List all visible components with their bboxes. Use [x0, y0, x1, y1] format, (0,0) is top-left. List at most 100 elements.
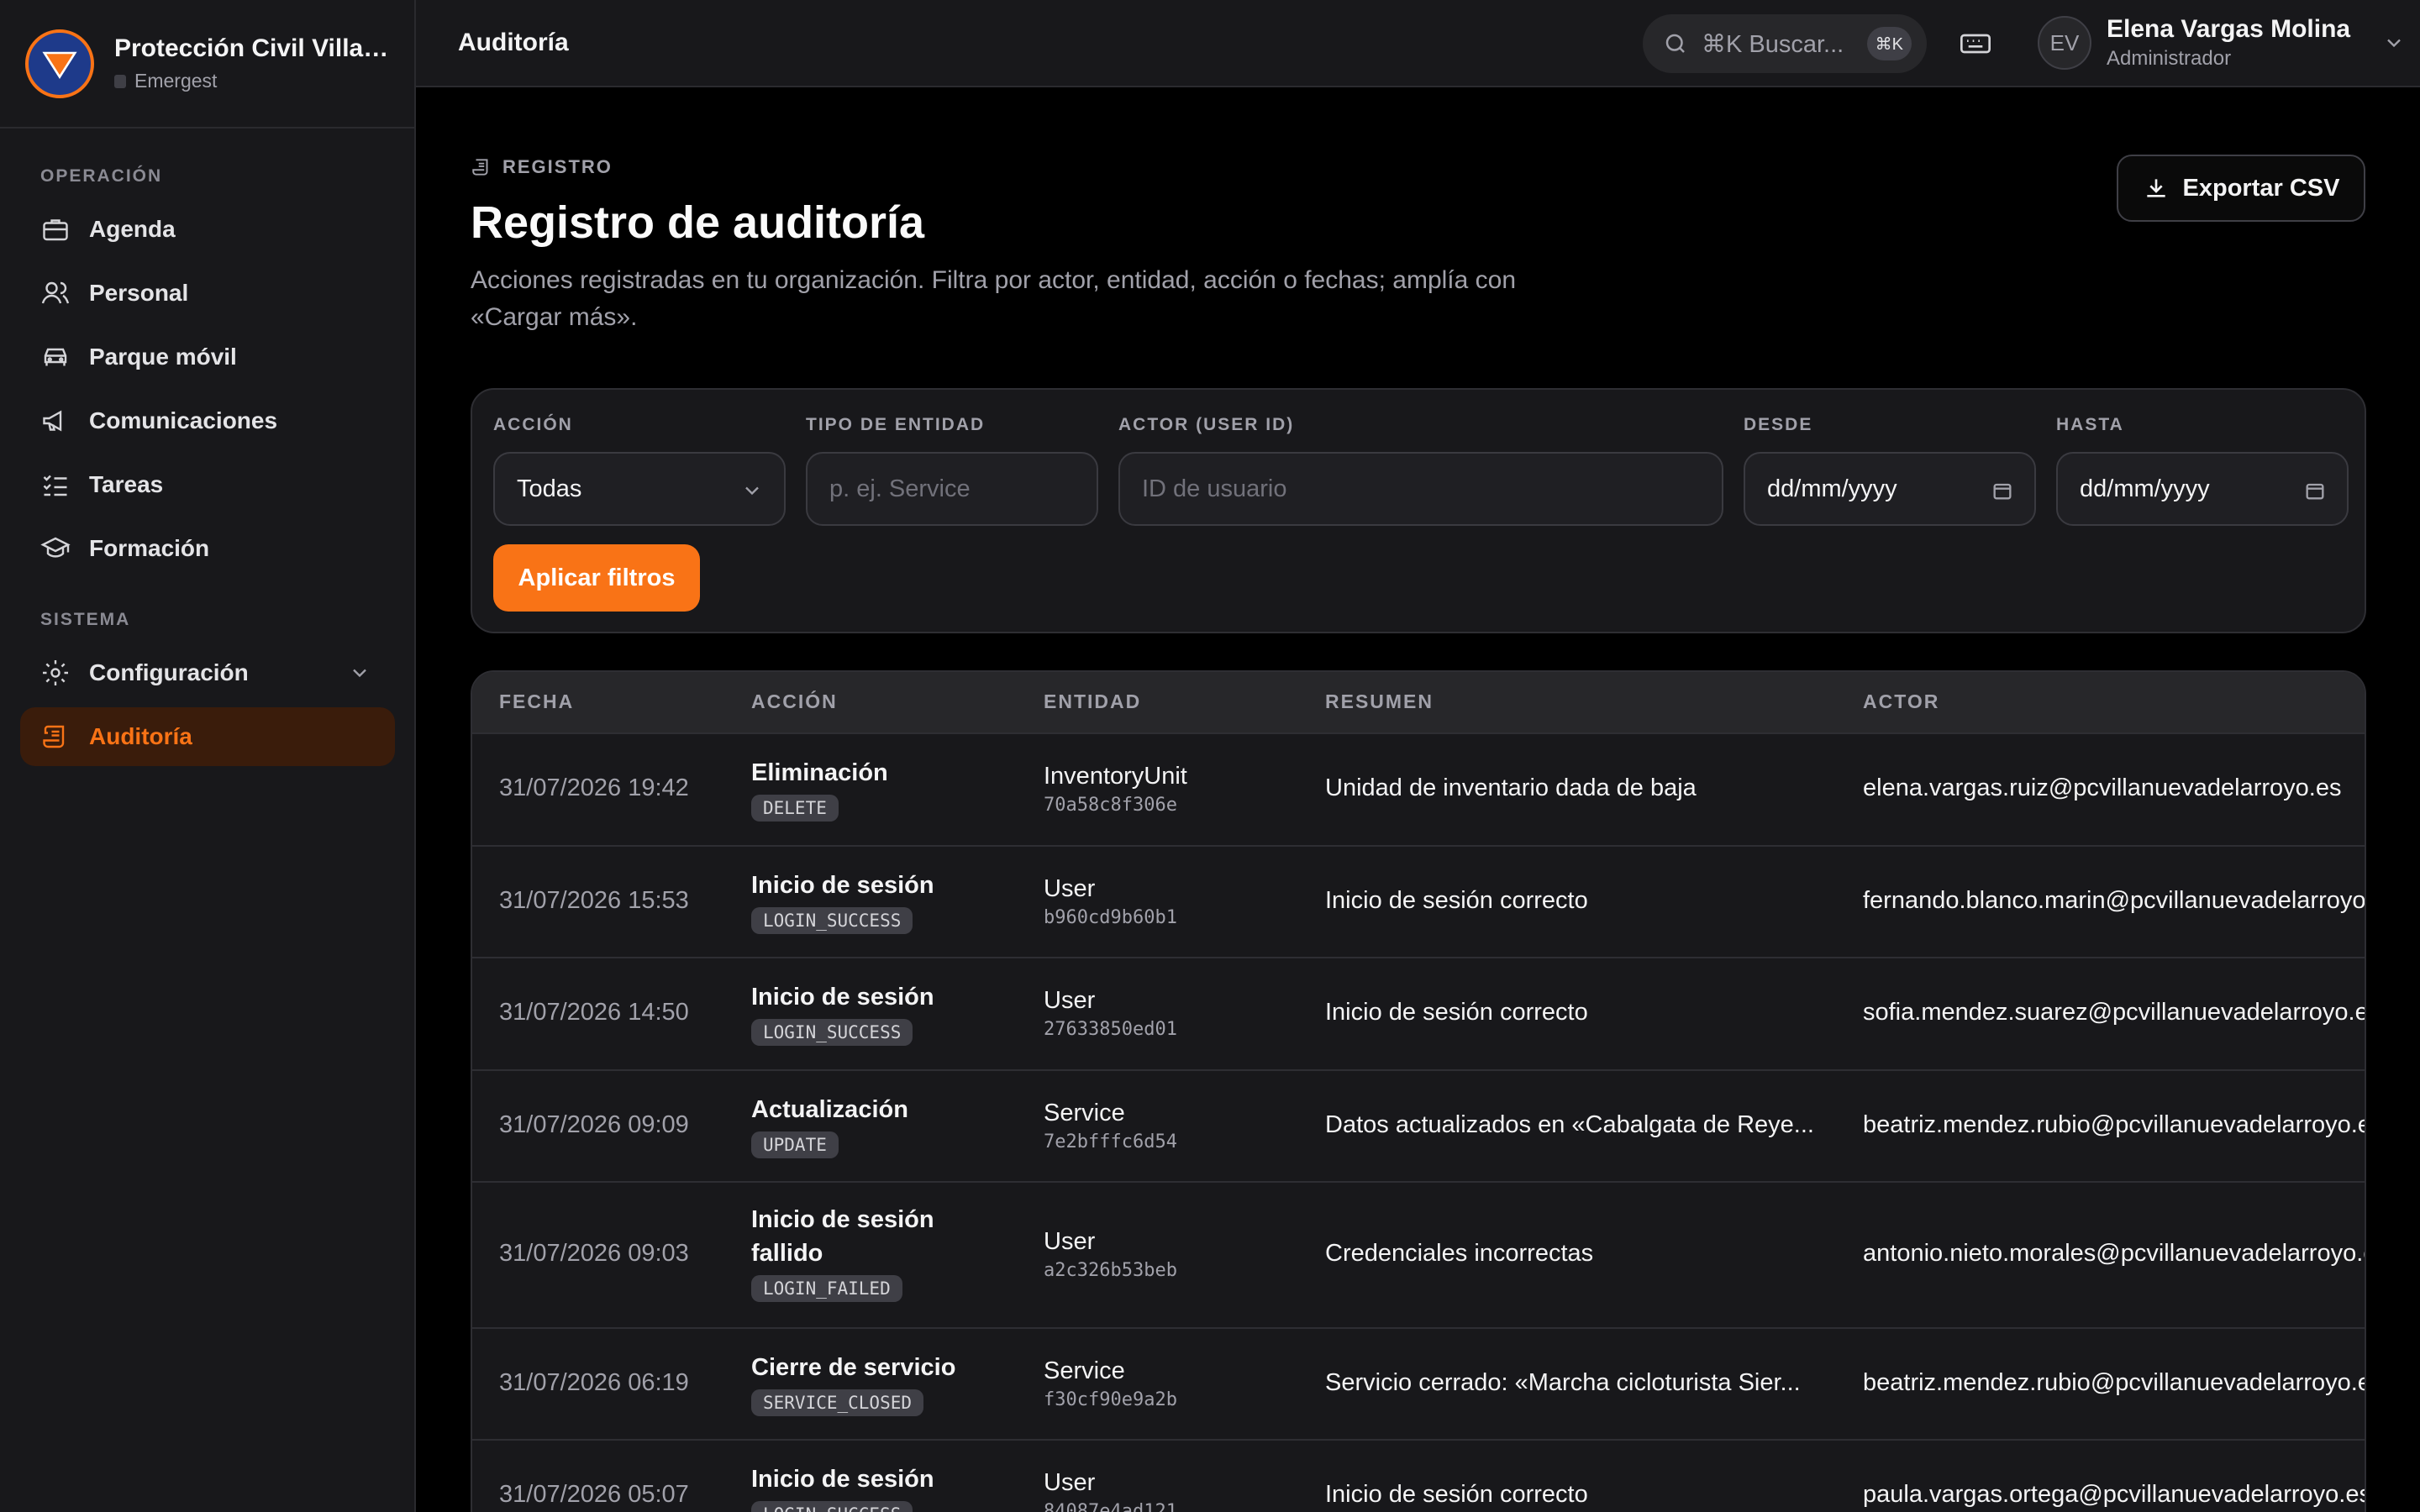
row-action: Eliminación DELETE [751, 756, 888, 822]
entity-type: User [1044, 987, 1096, 1014]
column-header-accion[interactable]: ACCIÓN [751, 690, 838, 713]
search-icon [1665, 34, 1685, 53]
table-row[interactable]: 31/07/2026 19:42 Eliminación DELETE Inve… [472, 732, 2365, 845]
row-entity: Service 7e2bfffc6d54 [1044, 1096, 1177, 1152]
row-actor: elena.vargas.ruiz@pcvillanuevadelarroyo.… [1863, 774, 2342, 801]
megaphone-icon [43, 410, 62, 432]
row-action: Cierre de servicio SERVICE_CLOSED [751, 1351, 955, 1416]
row-date: 31/07/2026 06:19 [499, 1369, 689, 1396]
table-row[interactable]: 31/07/2026 06:19 Cierre de servicio SERV… [472, 1327, 2366, 1439]
top-bar: Auditoría ⌘K Buscar... ⌘K EV Elena Varga… [416, 0, 2420, 87]
calendar-icon[interactable] [1991, 479, 2014, 502]
brand-header[interactable]: Protección Civil Villanu... Emergest [0, 0, 414, 129]
chevron-down-icon[interactable] [2382, 31, 2406, 55]
sidebar-item-personal[interactable]: Personal [20, 264, 395, 323]
tipo-entidad-input[interactable]: p. ej. Service [806, 452, 1098, 526]
tipo-entidad-placeholder: p. ej. Service [829, 475, 971, 502]
avatar: EV [2038, 16, 2091, 70]
page-description: Acciones registradas en tu organización.… [471, 266, 1517, 331]
row-actor: antonio.nieto.morales@pcvillanuevadelarr… [1863, 1240, 2366, 1267]
row-summary: Inicio de sesión correcto [1325, 999, 1588, 1026]
table-row[interactable]: 31/07/2026 15:53 Inicio de sesión LOGIN_… [472, 845, 2365, 957]
calendar-icon[interactable] [2303, 479, 2327, 502]
sidebar-item-label: Auditoría [89, 723, 192, 749]
user-name: Elena Vargas Molina [2107, 15, 2351, 43]
action-code-badge: LOGIN_SUCCESS [751, 1019, 913, 1046]
sidebar-item-configuracion[interactable]: Configuración [20, 643, 395, 702]
chevron-down-icon[interactable] [348, 661, 371, 685]
row-actor: beatriz.mendez.rubio@pcvillanuevadelarro… [1863, 1369, 2366, 1396]
column-header-entidad[interactable]: ENTIDAD [1044, 690, 1141, 713]
row-date: 31/07/2026 19:42 [499, 774, 689, 801]
row-actor: beatriz.mendez.rubio@pcvillanuevadelarro… [1863, 1111, 2366, 1138]
export-csv-button[interactable]: Exportar CSV [2117, 155, 2365, 222]
row-entity: User b960cd9b60b1 [1044, 872, 1177, 928]
row-action: Inicio de sesión LOGIN_SUCCESS [751, 1462, 934, 1512]
action-label: Inicio de sesión [751, 984, 934, 1011]
row-entity: User a2c326b53beb [1044, 1225, 1177, 1281]
desde-date-input[interactable]: dd/mm/yyyy [1744, 452, 2036, 526]
table-row[interactable]: 31/07/2026 09:03 Inicio de sesión fallid… [472, 1181, 2366, 1327]
actor-input[interactable]: ID de usuario [1118, 452, 1723, 526]
row-entity: InventoryUnit 70a58c8f306e [1044, 759, 1187, 816]
app-name-label: Emergest [134, 70, 218, 92]
sidebar-item-label: Configuración [89, 659, 249, 685]
column-header-fecha[interactable]: FECHA [499, 690, 574, 713]
row-summary: Credenciales incorrectas [1325, 1240, 1594, 1267]
row-date: 31/07/2026 09:03 [499, 1240, 689, 1267]
row-date: 31/07/2026 05:07 [499, 1481, 689, 1508]
page-eyebrow: REGISTRO [471, 156, 613, 178]
action-label: Inicio de sesión [751, 872, 934, 899]
action-label: Cierre de servicio [751, 1354, 956, 1381]
sidebar-item-tareas[interactable]: Tareas [20, 455, 395, 514]
action-code-badge: SERVICE_CLOSED [751, 1389, 924, 1416]
keyboard-icon[interactable] [1959, 27, 1992, 60]
table-header: FECHA ACCIÓN ENTIDAD RESUMEN ACTOR [472, 672, 2365, 732]
app-mini-icon [114, 74, 126, 88]
sidebar-item-formacion[interactable]: Formación [20, 519, 395, 578]
row-date: 31/07/2026 14:50 [499, 999, 689, 1026]
column-header-actor[interactable]: ACTOR [1863, 690, 1939, 713]
row-action: Inicio de sesión fallido LOGIN_FAILED [751, 1203, 953, 1302]
download-icon [2146, 179, 2165, 197]
entity-type: User [1044, 875, 1096, 902]
scroll-icon [43, 725, 65, 748]
table-row[interactable]: 31/07/2026 14:50 Inicio de sesión LOGIN_… [472, 957, 2365, 1069]
hasta-date-input[interactable]: dd/mm/yyyy [2056, 452, 2349, 526]
apply-filters-button[interactable]: Aplicar filtros [493, 544, 700, 612]
search-input[interactable]: ⌘K Buscar... ⌘K [1643, 14, 1927, 73]
row-entity: User 84087e4ad121 [1044, 1466, 1177, 1512]
user-menu[interactable]: EV Elena Vargas Molina Administrador [2038, 15, 2406, 71]
action-label: Actualización [751, 1096, 908, 1123]
accion-select[interactable]: Todas [493, 452, 786, 526]
sidebar-item-comunicaciones[interactable]: Comunicaciones [20, 391, 395, 450]
sidebar-item-agenda[interactable]: Agenda [20, 200, 395, 259]
filters-panel: ACCIÓN Todas TIPO DE ENTIDAD p. ej. Serv… [471, 388, 2366, 633]
sidebar-item-auditoria[interactable]: Auditoría [20, 707, 395, 766]
action-label: Eliminación [751, 759, 888, 786]
entity-id: f30cf90e9a2b [1044, 1389, 1177, 1410]
nav-section-sistema: SISTEMA [40, 610, 131, 629]
action-code-badge: UPDATE [751, 1131, 839, 1158]
table-row[interactable]: 31/07/2026 09:09 Actualización UPDATE Se… [472, 1069, 2366, 1181]
action-label: Inicio de sesión [751, 1466, 934, 1493]
entity-id: 7e2bfffc6d54 [1044, 1131, 1177, 1152]
column-header-resumen[interactable]: RESUMEN [1325, 690, 1434, 713]
sidebar-item-label: Personal [89, 280, 189, 306]
action-code-badge: LOGIN_SUCCESS [751, 1501, 913, 1512]
sidebar-item-label: Tareas [89, 471, 164, 497]
entity-id: a2c326b53beb [1044, 1260, 1177, 1281]
filter-desde-label: DESDE [1744, 415, 1813, 434]
table-row[interactable]: 31/07/2026 05:07 Inicio de sesión LOGIN_… [472, 1439, 2365, 1512]
sidebar-item-parque-movil[interactable]: Parque móvil [20, 328, 395, 386]
action-label: Inicio de sesión fallido [751, 1206, 934, 1267]
row-summary: Inicio de sesión correcto [1325, 887, 1588, 914]
entity-type: InventoryUnit [1044, 763, 1187, 790]
entity-id: 27633850ed01 [1044, 1019, 1177, 1040]
audit-table: FECHA ACCIÓN ENTIDAD RESUMEN ACTOR 31/07… [471, 670, 2366, 1512]
sidebar-item-label: Formación [89, 535, 210, 561]
row-entity: Service f30cf90e9a2b [1044, 1354, 1177, 1410]
row-entity: User 27633850ed01 [1044, 984, 1177, 1040]
entity-type: User [1044, 1469, 1096, 1496]
export-csv-label: Exportar CSV [2182, 174, 2340, 202]
